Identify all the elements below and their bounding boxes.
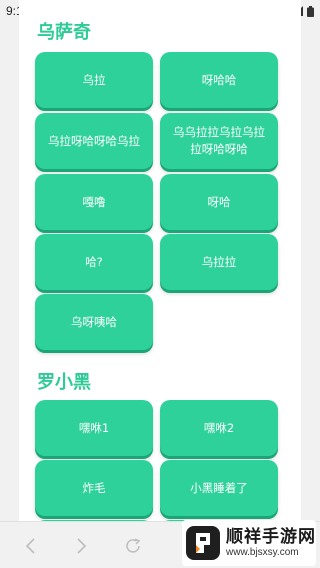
sound-button[interactable]: 嘎噜 <box>35 174 153 230</box>
sound-button[interactable]: 乌乌拉拉乌拉乌拉拉呀哈呀哈 <box>160 113 278 169</box>
watermark-title: 顺祥手游网 <box>226 527 316 547</box>
sound-button[interactable]: 嘿咻1 <box>35 400 153 456</box>
sound-button[interactable]: 炸毛 <box>35 460 153 516</box>
battery-icon <box>307 5 314 17</box>
sound-button[interactable]: 哈? <box>35 234 153 290</box>
forward-icon[interactable] <box>76 538 88 554</box>
refresh-icon[interactable] <box>125 538 142 554</box>
watermark: 顺祥手游网 www.bjsxsy.com <box>182 520 316 566</box>
back-icon[interactable] <box>24 538 36 554</box>
sound-button[interactable]: 乌拉 <box>35 52 153 108</box>
sound-button[interactable]: 乌拉拉 <box>160 234 278 290</box>
section-title-luoxiaohei: 罗小黑 <box>37 372 91 393</box>
watermark-logo-icon <box>186 526 220 560</box>
content-card[interactable]: 乌萨奇 乌拉 呀哈哈 乌拉呀哈呀哈乌拉 乌乌拉拉乌拉乌拉拉呀哈呀哈 嘎噜 呀哈 … <box>19 0 301 530</box>
section-title-usagi: 乌萨奇 <box>37 22 91 43</box>
watermark-text: 顺祥手游网 www.bjsxsy.com <box>226 527 316 559</box>
sound-button[interactable]: 嘿咻2 <box>160 400 278 456</box>
sound-button[interactable]: 乌呀咦哈 <box>35 294 153 350</box>
watermark-url: www.bjsxsy.com <box>226 547 299 558</box>
sound-button[interactable]: 呀哈 <box>160 174 278 230</box>
sound-button[interactable]: 乌拉呀哈呀哈乌拉 <box>35 113 153 169</box>
sound-button[interactable]: 呀哈哈 <box>160 52 278 108</box>
sound-button[interactable]: 小黑睡着了 <box>160 460 278 516</box>
